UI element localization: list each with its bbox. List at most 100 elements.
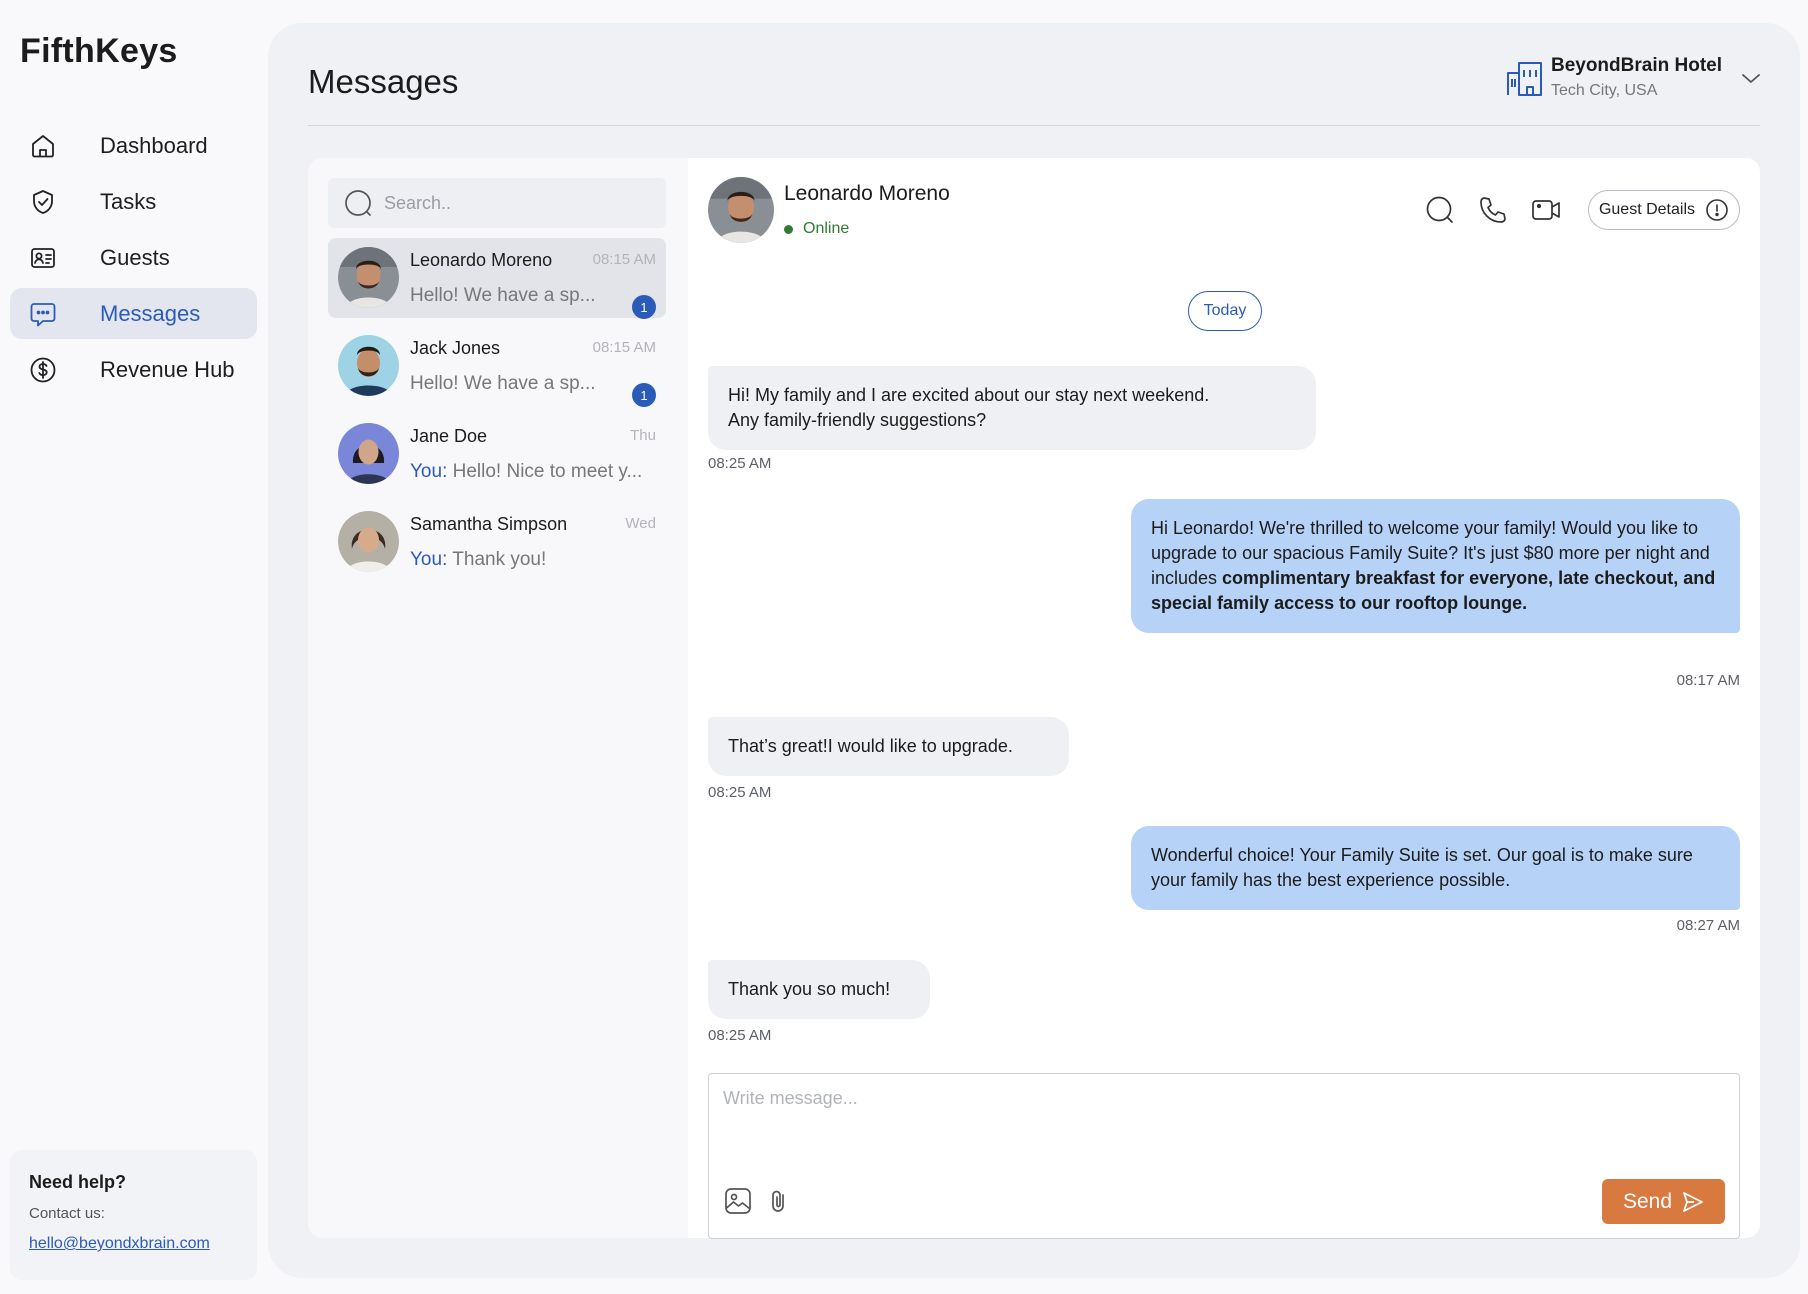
message-incoming: That’s great!I would like to upgrade. [708, 717, 1069, 776]
search-icon [344, 189, 372, 217]
avatar [338, 511, 399, 572]
conversation-name: Jane Doe [410, 426, 488, 446]
conversation-text: Samantha Simpson Wed You: Thank you! [410, 511, 656, 573]
message-line: Hi! My family and I are excited about ou… [728, 385, 1210, 405]
chevron-down-icon[interactable] [1740, 67, 1762, 89]
hotel-selector[interactable]: BeyondBrain Hotel Tech City, USA [1505, 55, 1762, 100]
conversation-preview: You: Thank you! [410, 549, 656, 571]
sidebar-item-label: Guests [100, 244, 170, 270]
avatar[interactable] [708, 177, 774, 243]
unread-badge: 1 [632, 295, 656, 319]
chat-actions: Guest Details [1403, 190, 1740, 230]
chat-panel: Leonardo Moreno Online Guest Details Tod… [688, 158, 1760, 1239]
message-composer: Send [708, 1073, 1740, 1239]
send-label: Send [1622, 1189, 1673, 1213]
date-divider: Today [1188, 291, 1262, 331]
sidebar-item-label: Tasks [100, 188, 157, 214]
paperclip-icon[interactable] [764, 1186, 794, 1216]
conversation-item[interactable]: Jane Doe Thu You: Hello! Nice to meet y.… [328, 414, 666, 494]
preview-text: Thank you! [447, 549, 547, 570]
image-icon[interactable] [723, 1186, 753, 1216]
phone-icon[interactable] [1477, 194, 1509, 226]
online-status: Online [784, 220, 849, 238]
message-line: Any family-friendly suggestions? [728, 410, 987, 430]
conversation-preview: You: Hello! Nice to meet y... [410, 461, 656, 483]
message-outgoing: Wonderful choice! Your Family Suite is s… [1131, 826, 1740, 910]
preview-text: Hello! We have a sp... [410, 285, 596, 306]
message-incoming: Thank you so much! [708, 960, 930, 1019]
brand-logo[interactable]: FifthKeys [20, 32, 178, 71]
sidebar-item-revenue-hub[interactable]: Revenue Hub [10, 344, 257, 395]
hotel-location: Tech City, USA [1550, 82, 1658, 99]
sidebar-item-tasks[interactable]: Tasks [10, 176, 257, 227]
sidebar: FifthKeys Dashboard Tasks Guests Message… [0, 0, 265, 1294]
conversation-text: Leonardo Moreno 08:15 AM Hello! We have … [410, 247, 656, 319]
sidebar-item-dashboard[interactable]: Dashboard [10, 120, 257, 171]
send-icon [1683, 1191, 1703, 1212]
main-panel: Messages BeyondBrain Hotel Tech City, US… [268, 23, 1800, 1278]
search-input[interactable] [384, 192, 644, 214]
guest-details-button[interactable]: Guest Details [1587, 190, 1740, 230]
help-title: Need help? [29, 1172, 127, 1192]
message-text-bold: complimentary breakfast for everyone, la… [1151, 568, 1716, 613]
sidebar-item-label: Revenue Hub [100, 356, 235, 382]
conversation-time: Thu [630, 427, 656, 444]
send-button[interactable]: Send [1602, 1179, 1725, 1224]
conversation-time: 08:15 AM [592, 339, 656, 356]
preview-text: Hello! Nice to meet y... [447, 461, 643, 482]
conversation-time: Wed [625, 515, 656, 532]
avatar [338, 247, 399, 308]
check-circle-icon [28, 187, 58, 217]
help-card: Need help? Contact us: hello@beyondxbrai… [10, 1150, 257, 1280]
conversation-preview: Hello! We have a sp... [410, 373, 656, 395]
dollar-circle-icon [28, 355, 58, 385]
status-text: Online [803, 220, 850, 237]
message-outgoing: Hi Leonardo! We're thrilled to welcome y… [1131, 499, 1740, 633]
you-prefix: You: [410, 549, 448, 570]
conversation-item[interactable]: Samantha Simpson Wed You: Thank you! [328, 502, 666, 582]
conversation-time: 08:15 AM [592, 251, 656, 268]
avatar [338, 335, 399, 396]
home-icon [28, 131, 58, 161]
message-line: Thank you so much! [728, 979, 891, 999]
message-input[interactable] [723, 1088, 1713, 1158]
chat-contact-name: Leonardo Moreno [784, 182, 950, 205]
sidebar-item-guests[interactable]: Guests [10, 232, 257, 283]
building-icon [1505, 58, 1545, 98]
hotel-info: BeyondBrain Hotel Tech City, USA [1551, 55, 1722, 100]
message-incoming: Hi! My family and I are excited about ou… [708, 366, 1316, 450]
guest-details-label: Guest Details [1598, 201, 1695, 218]
message-line: That’s great!I would like to upgrade. [728, 736, 1013, 756]
help-email-link[interactable]: hello@beyondxbrain.com [29, 1235, 210, 1252]
conversation-item[interactable]: Jack Jones 08:15 AM Hello! We have a sp.… [328, 326, 666, 407]
message-time: 08:25 AM [708, 455, 772, 472]
message-time: 08:25 AM [708, 1027, 772, 1044]
search-icon[interactable] [1424, 194, 1456, 226]
conversation-preview: Hello! We have a sp... [410, 285, 656, 307]
message-time: 08:17 AM [1676, 672, 1740, 689]
status-dot [784, 224, 793, 234]
page-title: Messages [308, 63, 459, 100]
help-contact-label: Contact us: [29, 1205, 105, 1222]
conversation-list: Leonardo Moreno 08:15 AM Hello! We have … [308, 158, 688, 1238]
avatar [338, 423, 399, 484]
chat-bubble-icon [28, 299, 58, 329]
conversation-name: Samantha Simpson [410, 514, 568, 534]
sidebar-item-label: Messages [100, 300, 201, 326]
video-camera-icon[interactable] [1530, 194, 1562, 226]
conversation-item[interactable]: Leonardo Moreno 08:15 AM Hello! We have … [328, 238, 666, 319]
id-card-icon [28, 243, 58, 273]
sidebar-item-messages[interactable]: Messages [10, 288, 257, 339]
sidebar-nav: Dashboard Tasks Guests Messages Revenue … [10, 120, 257, 400]
sidebar-item-label: Dashboard [100, 132, 208, 158]
message-time: 08:25 AM [708, 784, 772, 801]
search-box[interactable] [328, 178, 666, 228]
message-time: 08:27 AM [1676, 917, 1740, 934]
info-icon [1705, 198, 1729, 222]
preview-text: Hello! We have a sp... [410, 373, 596, 394]
unread-badge: 1 [632, 383, 656, 407]
conversation-text: Jack Jones 08:15 AM Hello! We have a sp.… [410, 335, 656, 407]
header-divider [308, 125, 1760, 126]
you-prefix: You: [410, 461, 448, 482]
message-text: Wonderful choice! Your Family Suite is s… [1151, 845, 1693, 890]
